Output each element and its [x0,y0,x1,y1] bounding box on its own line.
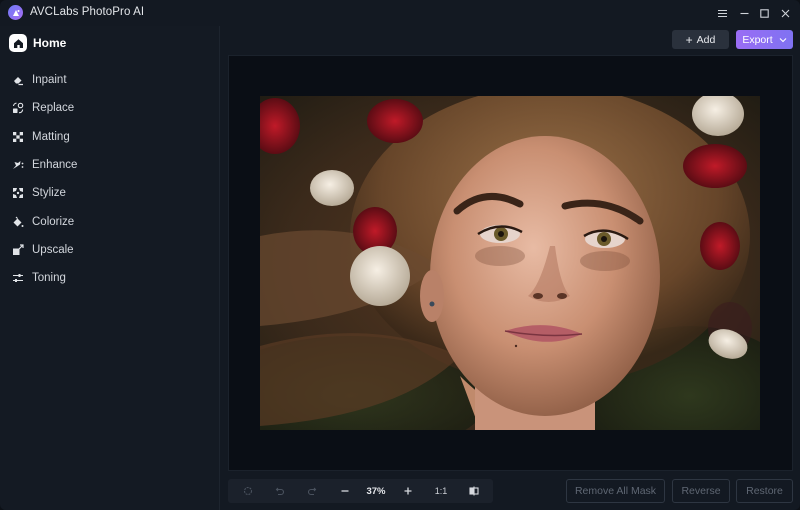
sidebar-item-home[interactable]: Home [9,33,66,53]
remove-all-mask-button[interactable]: Remove All Mask [566,479,665,503]
sidebar-item-colorize[interactable]: Colorize [0,207,219,235]
menu-button[interactable] [713,4,731,22]
paint-bucket-icon [12,216,24,228]
title-bar: AVCLabs PhotoPro AI [0,0,800,26]
maximize-icon [759,8,769,18]
sidebar-item-label: Inpaint [32,74,67,87]
replace-icon [12,102,24,114]
sidebar-item-label: Colorize [32,215,75,228]
stylize-icon [12,187,24,199]
undo-button[interactable] [270,479,290,503]
zoom-in-button[interactable] [398,479,418,503]
sidebar-nav: Inpaint Replace Matting Enhance Stylize … [0,66,219,292]
home-icon [9,34,27,52]
zoom-level: 37% [366,485,386,497]
photo-preview[interactable] [260,96,760,430]
sidebar-item-label: Matting [32,130,70,143]
app-logo-icon [8,5,23,20]
reverse-button[interactable]: Reverse [672,479,730,503]
enhance-icon [12,159,24,171]
minimize-icon [740,12,748,14]
sliders-icon [12,272,24,284]
close-button[interactable] [776,4,794,22]
sidebar-item-upscale[interactable]: Upscale [0,236,219,264]
redo-button[interactable] [302,479,322,503]
sidebar-item-label: Replace [32,102,75,115]
app-window: AVCLabs PhotoPro AI Home Inpaint Replace… [0,0,800,510]
canvas-toolbar: 37% 1:1 [228,479,493,503]
portrait-image [260,96,760,430]
sidebar-item-label: Upscale [32,243,74,256]
zoom-out-button[interactable] [335,479,355,503]
sidebar: Home Inpaint Replace Matting Enhance Sty… [0,26,220,510]
sidebar-item-replace[interactable]: Replace [0,94,219,122]
add-label: Add [696,33,716,46]
upscale-icon [12,244,24,256]
sidebar-item-label: Toning [32,272,66,285]
compare-icon [469,486,479,496]
sidebar-item-label: Stylize [32,187,66,200]
export-label: Export [742,33,773,46]
sidebar-item-label: Home [33,36,67,50]
minimize-button[interactable] [735,4,753,22]
sidebar-item-enhance[interactable]: Enhance [0,151,219,179]
chevron-down-icon [779,37,787,42]
sidebar-item-stylize[interactable]: Stylize [0,179,219,207]
sidebar-item-inpaint[interactable]: Inpaint [0,66,219,94]
close-icon [781,9,789,17]
menu-icon [717,9,727,17]
lasso-icon [243,486,253,496]
compare-button[interactable] [464,479,484,503]
plus-icon: + [685,32,693,47]
plus-icon [404,487,412,495]
maximize-button[interactable] [755,4,773,22]
undo-icon [275,487,285,496]
app-title: AVCLabs PhotoPro AI [30,6,145,18]
add-button[interactable]: + Add [672,30,729,49]
sidebar-item-toning[interactable]: Toning [0,264,219,292]
redo-icon [307,487,317,496]
actual-size-button[interactable]: 1:1 [430,479,452,503]
matting-icon [12,131,24,143]
export-button[interactable]: Export [736,30,793,49]
minus-icon [341,490,349,492]
eraser-icon [12,74,24,86]
sidebar-item-label: Enhance [32,159,78,172]
sidebar-item-matting[interactable]: Matting [0,123,219,151]
restore-button[interactable]: Restore [736,479,793,503]
lasso-button[interactable] [238,479,258,503]
